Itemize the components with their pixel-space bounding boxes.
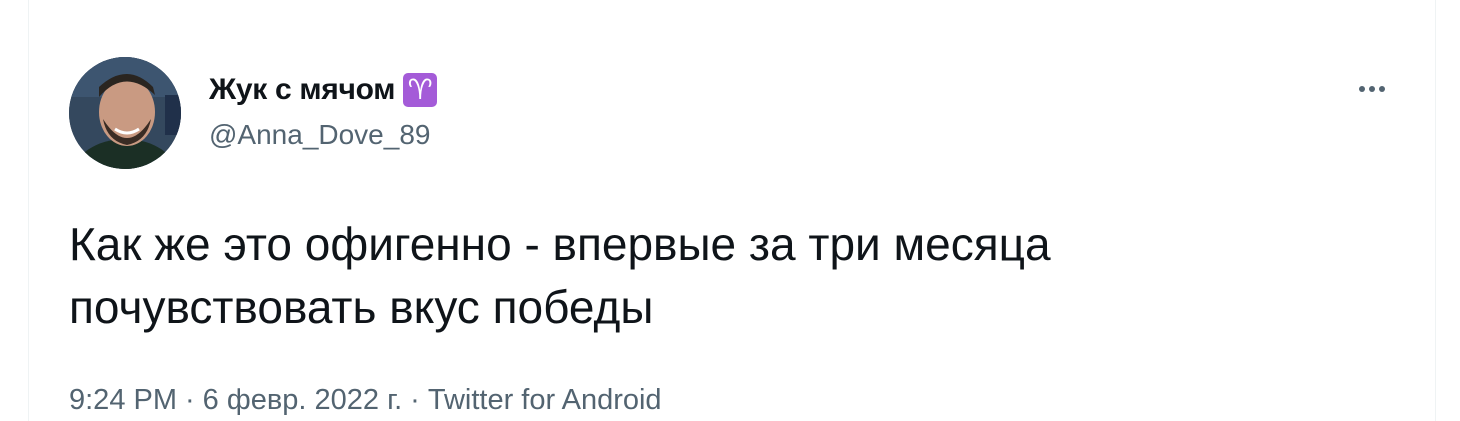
author-handle[interactable]: @Anna_Dove_89 [209,119,430,151]
tweet-time[interactable]: 9:24 PM [69,384,177,417]
avatar-photo-icon [69,57,181,169]
tweet-source[interactable]: Twitter for Android [428,384,662,417]
tweet-text: Как же это офигенно - впервые за три мес… [69,218,1051,333]
more-options-button[interactable] [1347,64,1397,114]
author-name-row: Жук с мячом ♈ [209,70,438,110]
more-horizontal-icon [1359,86,1365,92]
meta-separator: · [410,384,420,416]
aries-emoji-icon: ♈ [403,73,438,107]
author-display-name[interactable]: Жук с мячом [209,73,395,107]
tweet-card: Жук с мячом ♈ @Anna_Dove_89 Как же это о… [28,0,1436,421]
author-avatar[interactable] [69,57,181,169]
tweet-meta: 9:24 PM · 6 февр. 2022 г. · Twitter for … [69,384,662,417]
meta-separator: · [185,384,195,416]
tweet-date[interactable]: 6 февр. 2022 г. [203,384,403,417]
